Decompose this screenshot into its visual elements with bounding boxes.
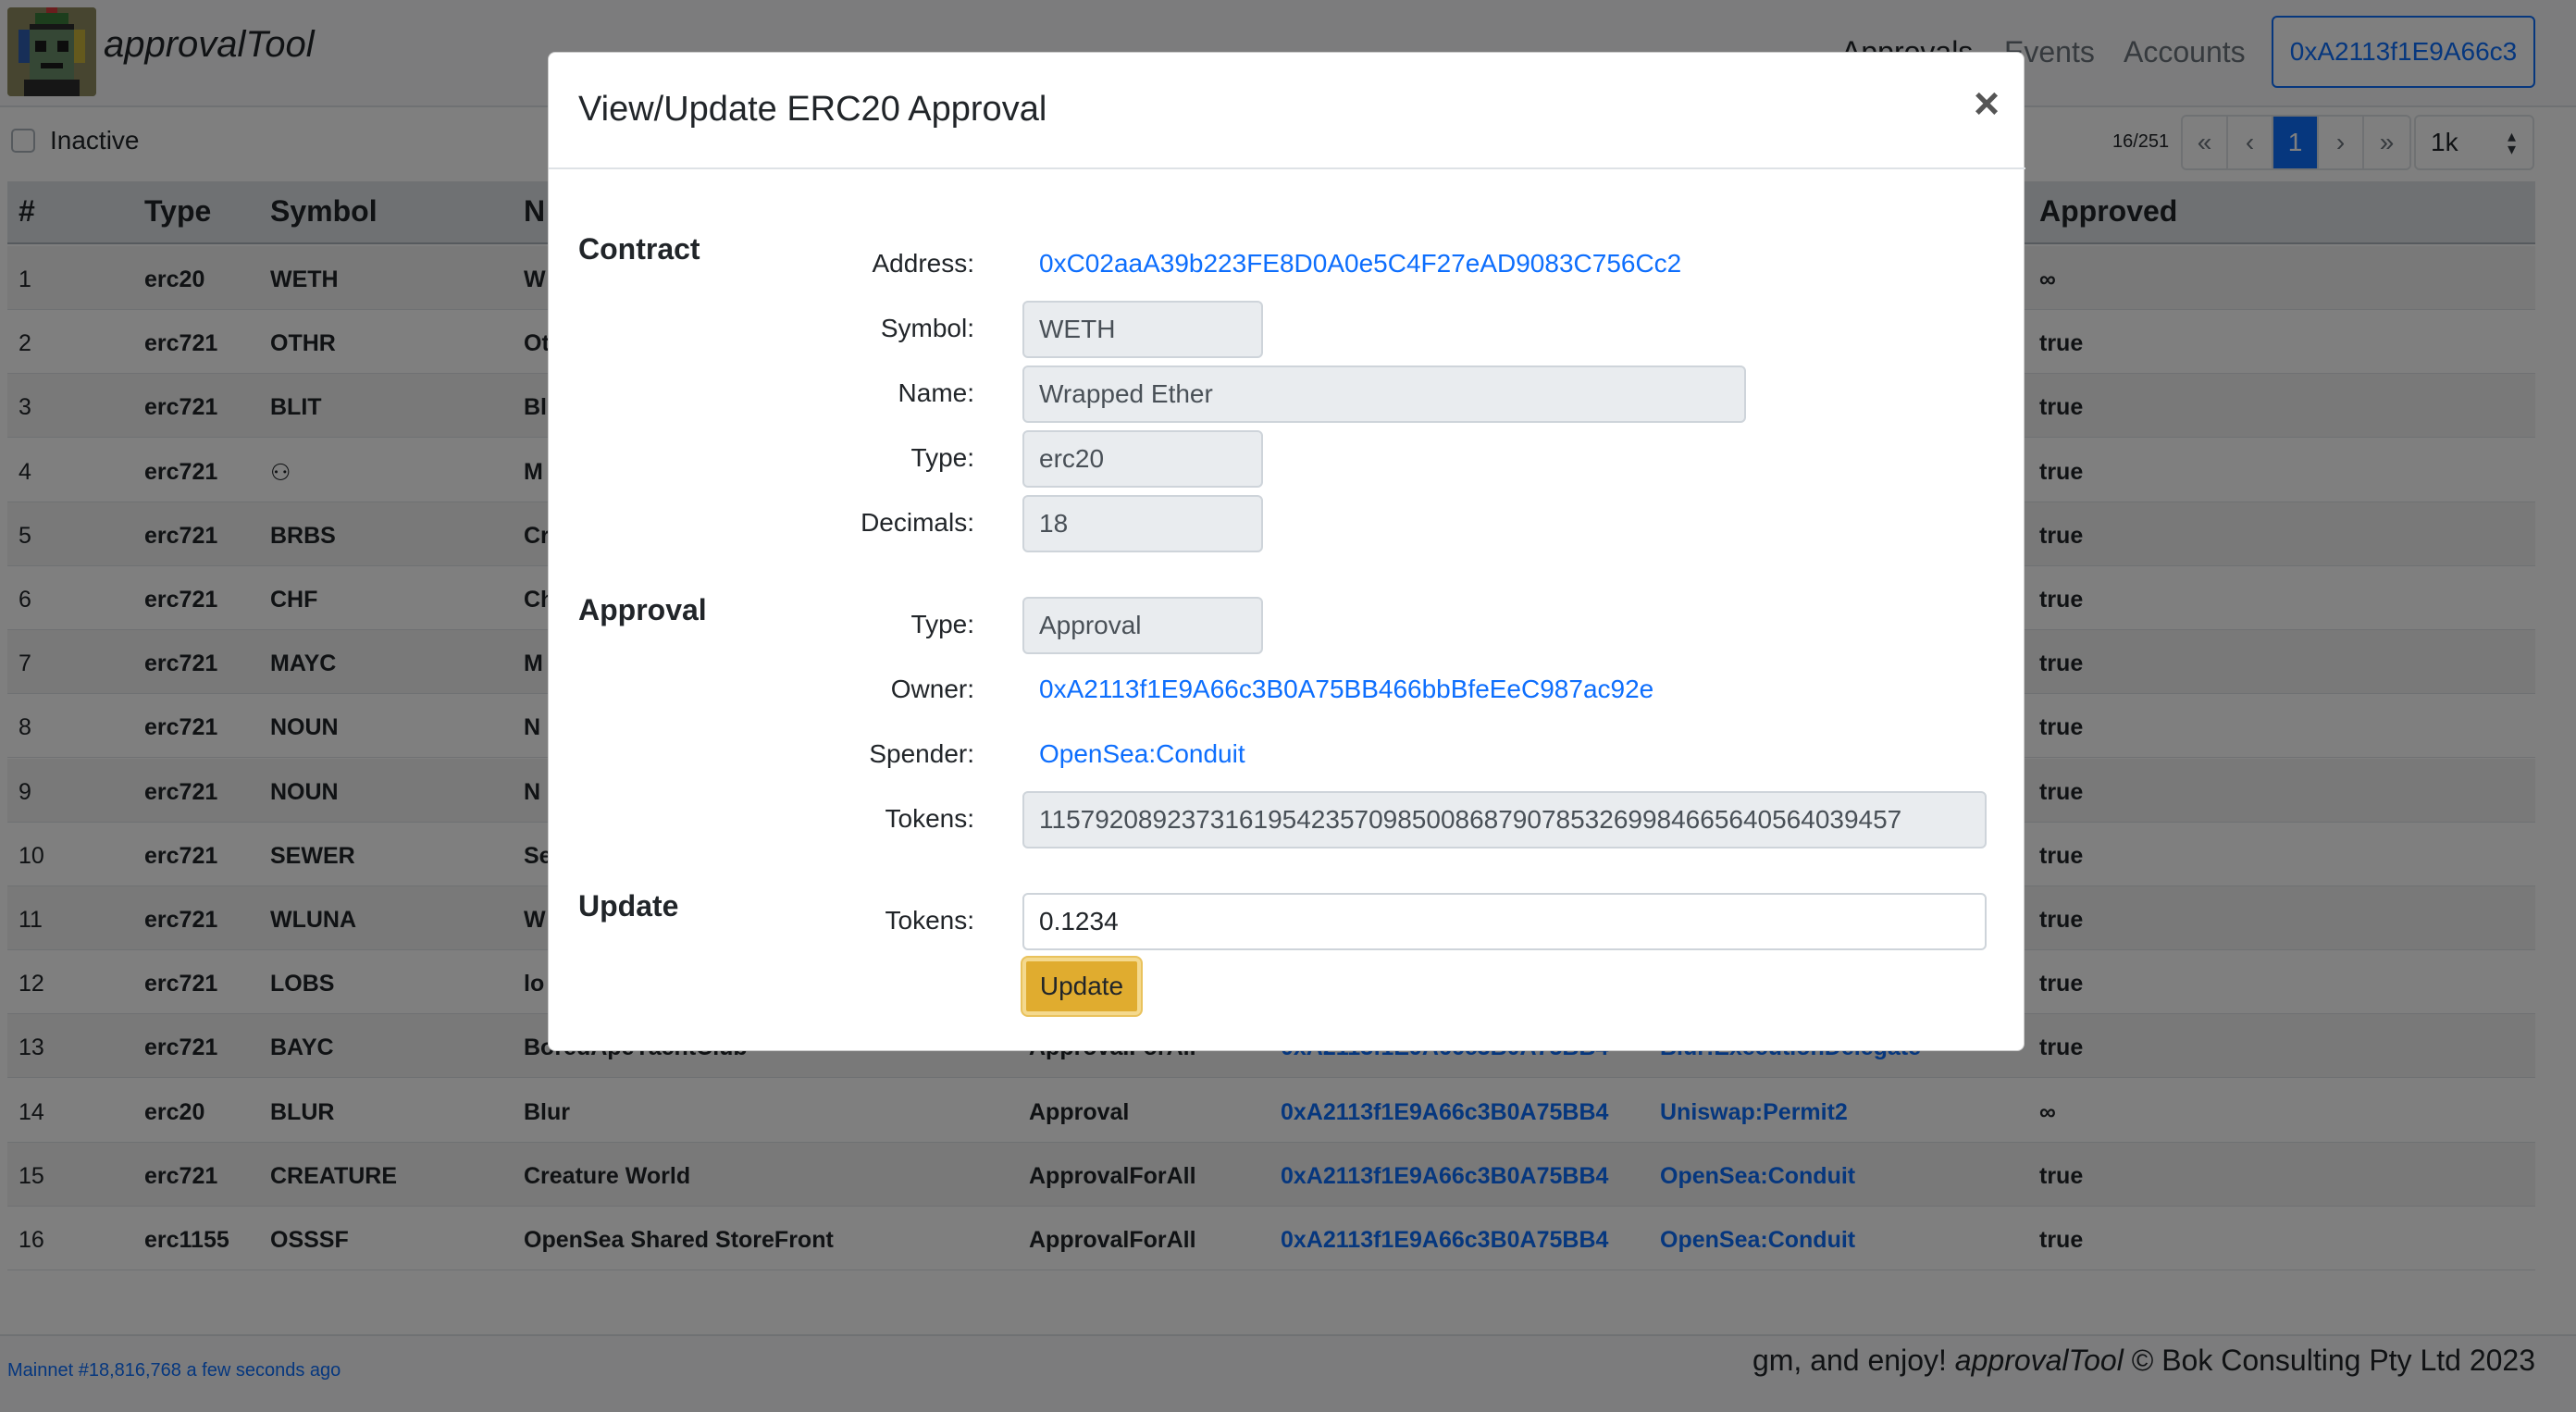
modal-title: View/Update ERC20 Approval bbox=[578, 90, 1047, 129]
decimals-label: Decimals: bbox=[861, 508, 974, 537]
contract-type-field[interactable]: erc20 bbox=[1022, 430, 1263, 488]
update-tokens-input[interactable]: 0.1234 bbox=[1022, 893, 1987, 950]
symbol-label: Symbol: bbox=[880, 314, 974, 342]
approval-type-label: Type: bbox=[910, 610, 974, 638]
decimals-field[interactable]: 18 bbox=[1022, 495, 1263, 552]
update-tokens-label: Tokens: bbox=[885, 906, 975, 935]
owner-label: Owner: bbox=[890, 675, 974, 703]
owner-link[interactable]: 0xA2113f1E9A66c3B0A75BB466bbBfeEeC987ac9… bbox=[1039, 675, 1653, 704]
approval-type-field[interactable]: Approval bbox=[1022, 597, 1263, 654]
approved-tokens-field[interactable]: 1157920892373161954235709850086879078532… bbox=[1022, 791, 1987, 848]
type-label: Type: bbox=[910, 443, 974, 472]
update-button[interactable]: Update bbox=[1022, 958, 1141, 1015]
spender-link[interactable]: OpenSea:Conduit bbox=[1039, 739, 1245, 769]
approval-modal: View/Update ERC20 Approval × Contract Ad… bbox=[548, 52, 2025, 1051]
name-field[interactable]: Wrapped Ether bbox=[1022, 365, 1746, 423]
name-label: Name: bbox=[898, 378, 974, 407]
spender-label: Spender: bbox=[869, 739, 974, 768]
contract-address-link[interactable]: 0xC02aaA39b223FE8D0A0e5C4F27eAD9083C756C… bbox=[1039, 249, 1681, 279]
close-icon[interactable]: × bbox=[1974, 82, 2000, 127]
address-label: Address: bbox=[872, 249, 975, 278]
modal-header: View/Update ERC20 Approval × bbox=[549, 53, 2025, 169]
tokens-label: Tokens: bbox=[885, 804, 975, 833]
symbol-field[interactable]: WETH bbox=[1022, 301, 1263, 358]
